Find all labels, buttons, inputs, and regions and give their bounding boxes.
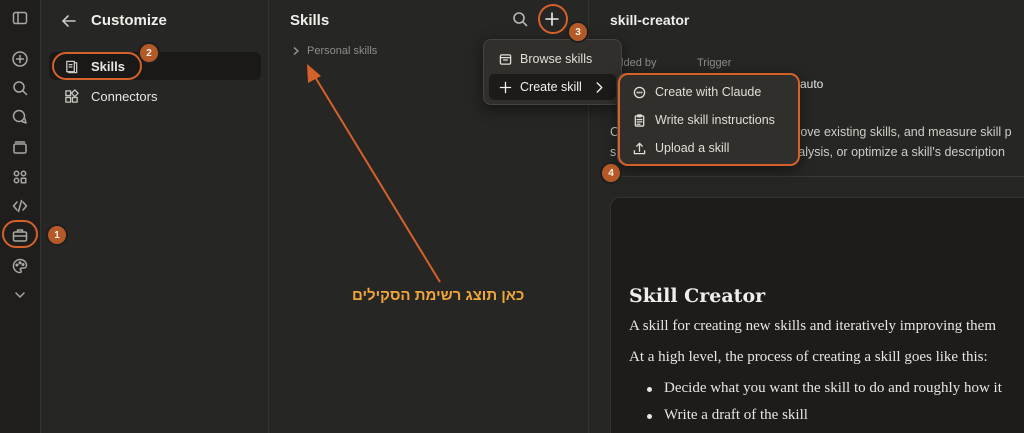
nav-item-connectors[interactable]: Connectors — [49, 82, 261, 110]
annotation-ring — [52, 52, 142, 80]
more-chevron-icon[interactable] — [11, 286, 29, 304]
trigger-value: auto — [800, 77, 824, 91]
skills-title: Skills — [290, 12, 330, 29]
card-heading: Skill Creator — [629, 285, 766, 307]
list-item: Decide what you want the skill to do and… — [647, 380, 1002, 407]
personal-skills-toggle[interactable]: Personal skills — [291, 45, 377, 57]
connectors-icon — [65, 88, 79, 103]
artifacts-icon[interactable] — [11, 168, 29, 186]
menu-item-create-skill[interactable]: Create skill — [489, 74, 616, 100]
menu-item-label: Browse skills — [520, 52, 593, 66]
skill-title: skill-creator — [610, 12, 690, 28]
menu-item-browse-skills[interactable]: Browse skills — [489, 46, 616, 72]
search-skills-button[interactable] — [512, 11, 530, 29]
divider — [610, 176, 1024, 177]
chevron-right-icon — [293, 46, 300, 56]
search-icon — [513, 12, 528, 27]
annotation-badge: 2 — [140, 44, 158, 62]
browse-icon — [499, 53, 512, 65]
sidebar-toggle-icon[interactable] — [11, 9, 29, 27]
annotation-ring — [538, 4, 568, 34]
page-title: Customize — [91, 12, 167, 29]
menu-item-label: Create skill — [520, 80, 582, 94]
annotation-ring — [618, 73, 800, 166]
annotation-badge: 1 — [48, 226, 66, 244]
icon-rail — [0, 0, 41, 433]
chevron-right-icon — [596, 82, 603, 93]
annotation-badge: 3 — [569, 23, 587, 41]
new-chat-icon[interactable] — [11, 50, 29, 68]
skill-content-card: Skill Creator A skill for creating new s… — [610, 197, 1024, 433]
chats-icon[interactable] — [11, 108, 29, 126]
personal-skills-label: Personal skills — [307, 45, 378, 57]
card-bullets: Decide what you want the skill to do and… — [647, 380, 1002, 433]
back-arrow-icon[interactable] — [61, 13, 77, 29]
code-icon[interactable] — [11, 197, 29, 215]
trigger-label: Trigger — [697, 57, 732, 69]
search-icon[interactable] — [11, 79, 29, 97]
add-skill-menu: Browse skills Create skill — [483, 39, 622, 105]
annotation-ring — [2, 220, 38, 248]
annotation-caption: כאן תוצג רשימת הסקילים — [352, 287, 525, 304]
card-process: At a high level, the process of creating… — [629, 349, 988, 365]
card-intro: A skill for creating new skills and iter… — [629, 318, 997, 334]
skill-detail-panel: skill-creator Added by Trigger auto Crea… — [589, 0, 1024, 433]
projects-icon[interactable] — [11, 138, 29, 156]
list-item: Write a draft of the skill — [647, 407, 1002, 433]
nav-item-label: Connectors — [91, 88, 158, 104]
plus-icon — [499, 81, 512, 93]
palette-icon[interactable] — [11, 257, 29, 275]
annotation-badge: 4 — [602, 164, 620, 182]
